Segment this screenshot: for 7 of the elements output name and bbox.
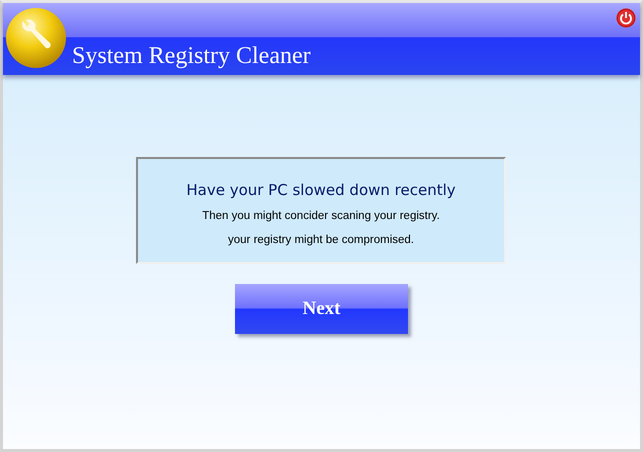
wrench-icon (5, 7, 67, 69)
message-heading: Have your PC slowed down recently (186, 181, 456, 199)
window-title: System Registry Cleaner (72, 44, 311, 68)
power-icon[interactable] (616, 8, 636, 28)
message-text: your registry might be compromised. (228, 233, 414, 248)
next-button[interactable]: Next (235, 284, 408, 334)
message-text: Then you might concider scaning your registry. (202, 209, 440, 224)
